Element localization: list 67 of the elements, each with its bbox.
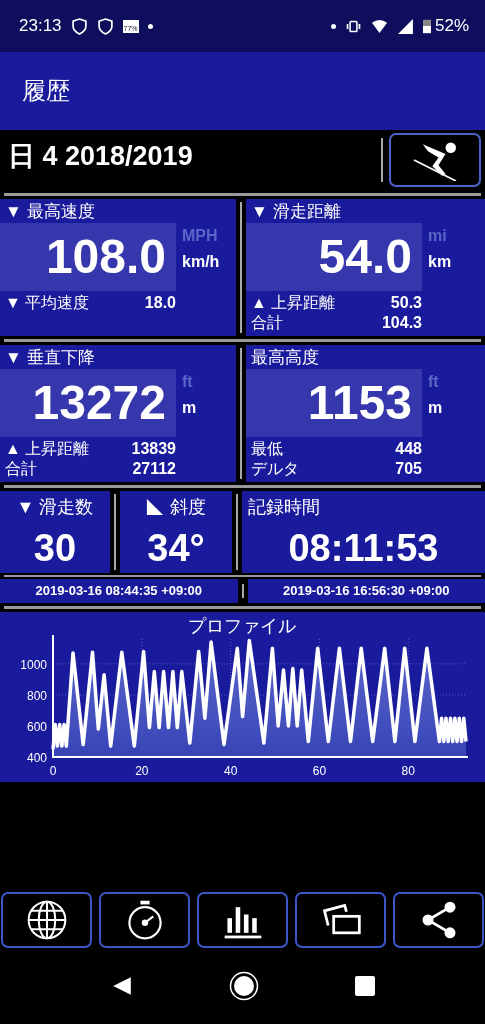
y-tick-label: 400 xyxy=(26,751,47,765)
activity-button[interactable] xyxy=(389,133,481,187)
chart-title: プロファイル xyxy=(188,616,296,636)
sub-stat-value: 705 xyxy=(395,459,422,479)
share-button[interactable] xyxy=(393,892,484,948)
season-day-title: 日 4 2018/2019 xyxy=(8,140,194,173)
counter-panel[interactable]: 斜度 34° xyxy=(120,491,232,573)
screen-title: 履歴 xyxy=(22,76,70,106)
sub-stat-label: 最低 xyxy=(251,439,283,459)
stopwatch-button[interactable] xyxy=(99,892,190,948)
sub-stat-label: ▲ 上昇距離 xyxy=(251,293,336,313)
sub-stat-label: ▼ 平均速度 xyxy=(5,293,90,313)
sub-stat-label: デルタ xyxy=(251,459,299,479)
dot-icon xyxy=(147,23,153,29)
statistics-button[interactable] xyxy=(197,892,288,948)
stat-value: 54.0 xyxy=(246,223,422,291)
unit-option[interactable]: km/h xyxy=(182,253,220,271)
counter-panel[interactable]: 記録時間 08:11:53 xyxy=(242,491,485,573)
x-tick-label: 0 xyxy=(49,764,57,778)
stat-value: 1153 xyxy=(246,369,422,437)
counter-label: 斜度 xyxy=(170,496,206,519)
shield-icon xyxy=(70,17,88,35)
signal-icon xyxy=(396,17,414,35)
sub-stat-value: 13839 xyxy=(131,439,176,459)
unit-option[interactable]: km xyxy=(428,253,452,271)
counter-value: 08:11:53 xyxy=(287,527,440,570)
shield-icon xyxy=(96,17,114,35)
sub-stat-value: 18.0 xyxy=(144,293,176,313)
clock: 23:13 xyxy=(19,16,62,36)
unit-option[interactable]: m xyxy=(428,399,443,417)
x-tick-label: 20 xyxy=(135,764,149,778)
slope-icon xyxy=(146,498,164,516)
counter-panel[interactable]: ▼ 滑走数 30 xyxy=(0,491,110,573)
home-icon[interactable] xyxy=(228,971,259,1001)
sub-stat-value: 50.3 xyxy=(390,293,422,313)
dot-icon xyxy=(330,23,336,29)
stat-label: ▼ 最高速度 xyxy=(4,201,96,223)
unit-option[interactable]: m xyxy=(182,399,197,417)
stat-label: ▼ 垂直下降 xyxy=(4,347,96,369)
sub-stat-value: 448 xyxy=(395,439,422,459)
counter-label: ▼ 滑走数 xyxy=(16,496,94,519)
stat-value: 108.0 xyxy=(0,223,176,291)
timestamp: 2019-03-16 16:56:30 +09:00 xyxy=(247,579,485,603)
wifi-icon xyxy=(370,17,388,35)
counter-label: 記録時間 xyxy=(248,496,320,519)
battery-icon xyxy=(422,18,431,34)
map-button[interactable] xyxy=(1,892,92,948)
photos-button[interactable] xyxy=(295,892,386,948)
recent-apps-icon[interactable] xyxy=(354,976,375,996)
y-tick-label: 800 xyxy=(26,688,47,703)
stat-value: 13272 xyxy=(0,369,176,437)
y-tick-label: 600 xyxy=(26,719,47,734)
battery-level: 52% xyxy=(434,16,469,36)
stat-label: 最高高度 xyxy=(250,347,320,369)
sub-stat-label: ▲ 上昇距離 xyxy=(5,439,90,459)
stat-label: ▼ 滑走距離 xyxy=(250,201,342,223)
sub-stat-label: 合計 xyxy=(5,459,37,479)
timestamp: 2019-03-16 08:44:35 +09:00 xyxy=(0,579,238,603)
x-tick-label: 80 xyxy=(401,764,415,778)
counter-value: 30 xyxy=(32,527,78,570)
sub-stat-label: 合計 xyxy=(251,313,283,333)
counter-value: 34° xyxy=(146,527,206,570)
sub-stat-value: 104.3 xyxy=(381,313,422,333)
x-tick-label: 40 xyxy=(223,764,238,778)
x-tick-label: 60 xyxy=(312,764,327,778)
sub-stat-value: 27112 xyxy=(132,459,176,479)
y-tick-label: 1000 xyxy=(20,657,47,672)
